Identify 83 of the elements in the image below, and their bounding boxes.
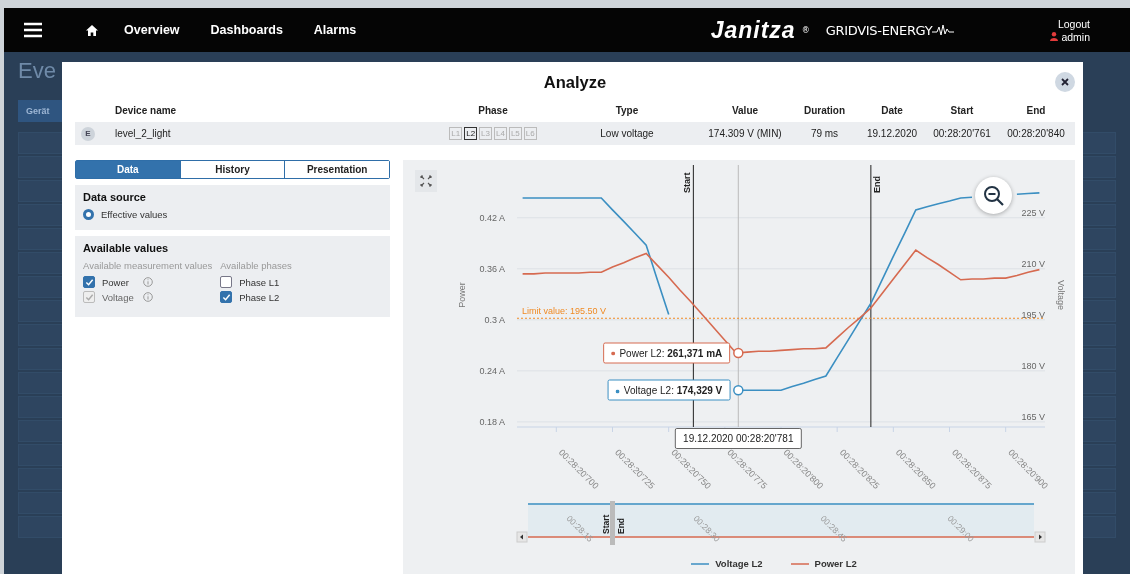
logout-link[interactable]: Logout (1057, 17, 1090, 30)
phase-toggle[interactable]: L2 (464, 127, 478, 140)
fullscreen-button[interactable] (415, 170, 437, 192)
menu-icon[interactable] (24, 22, 42, 38)
radio-button[interactable] (83, 209, 94, 220)
checkbox[interactable] (220, 276, 233, 288)
section-title: Data source (83, 191, 147, 203)
axis-title: Voltage (1056, 280, 1066, 310)
home-icon[interactable] (86, 24, 98, 36)
column-header: Value (730, 104, 760, 118)
column-header: Duration (802, 104, 847, 118)
scroll-left-button[interactable] (516, 531, 528, 543)
column-header: Type (614, 104, 640, 118)
column-header: Device name (114, 104, 178, 118)
product-name: GRIDVIS-ENERGY (825, 22, 933, 38)
tab[interactable]: Presentation (284, 161, 389, 178)
marker-label: Start (682, 172, 693, 193)
marker-label: End (871, 176, 882, 193)
legend-line-icon (790, 561, 809, 566)
table-cell-text: Low voltage (599, 128, 655, 139)
dialog-title: Analyze (542, 71, 608, 93)
column-heading: Available measurement values (83, 260, 213, 271)
date-tooltip: 19.12.2020 00:28:20'781 (675, 428, 802, 449)
series-dot-icon (615, 389, 620, 394)
user-name: admin (1061, 30, 1090, 43)
axis-tick-label: 0.36 A (479, 263, 505, 274)
series-dot-icon (611, 351, 616, 356)
column-header: Phase (477, 104, 509, 118)
legend-item[interactable]: Power L2 (790, 558, 857, 569)
table-cell-text: 174.309 V (MIN) (707, 128, 783, 139)
table-cell-text: 00:28:20'761 (932, 128, 992, 139)
nav-link[interactable]: Alarms (313, 23, 357, 37)
limit-label: Limit value: 195.50 V (522, 306, 607, 317)
checkbox[interactable] (83, 276, 95, 288)
axis-tick-label: 165 V (1021, 411, 1045, 422)
range-handle[interactable] (610, 501, 615, 545)
axis-tick-label: 225 V (1021, 208, 1045, 218)
legend-line-icon (691, 561, 710, 566)
pulse-icon (932, 24, 955, 36)
nav-link[interactable]: Dashboards (210, 23, 283, 37)
column-heading: Available phases (220, 260, 292, 271)
user-icon (1050, 32, 1059, 41)
axis-tick-label: 0.18 A (479, 416, 505, 427)
close-button[interactable] (1055, 72, 1075, 92)
legend-item[interactable]: Voltage L2 (691, 558, 763, 569)
option-label: Voltage (102, 291, 135, 303)
expand-icon (420, 175, 432, 187)
hover-point (733, 385, 744, 396)
column-header: End (1025, 104, 1047, 118)
registered-mark: ® (801, 25, 810, 35)
scroll-right-button[interactable] (1034, 531, 1046, 543)
option-label: Power (102, 276, 130, 288)
series-tooltip: Power L2: 261,371 mA (603, 342, 731, 364)
axis-tick-label: 0.3 A (484, 314, 505, 325)
event-badge: E (81, 126, 95, 141)
zoom-out-icon (982, 184, 1005, 207)
handle-label: Start (601, 514, 611, 534)
column-header: Start (949, 104, 975, 118)
logo: Janitza (710, 16, 796, 44)
tab[interactable]: Data (76, 161, 180, 178)
handle-label: End (616, 517, 626, 534)
axis-tick-label: 210 V (1021, 259, 1045, 269)
column-header: Date (880, 104, 904, 118)
table-cell-text: 00:28:20'840 (1006, 128, 1066, 139)
zoom-out-button[interactable] (975, 177, 1012, 214)
axis-title: Power (457, 282, 467, 308)
section-title: Available values (83, 242, 170, 254)
axis-tick-label: 180 V (1021, 360, 1045, 371)
axis-tick-label: 0.42 A (479, 212, 505, 223)
hover-point (733, 347, 744, 359)
close-icon (1061, 78, 1069, 86)
option-label: Effective values (101, 209, 168, 220)
nav-link[interactable]: Overview (124, 23, 180, 37)
table-cell-text: level_2_light (114, 128, 172, 139)
table-cell-text: 19.12.2020 (865, 128, 919, 139)
axis-tick-label: 0.24 A (479, 365, 505, 376)
option-label: Phase L2 (239, 291, 280, 303)
checkbox[interactable] (220, 291, 233, 303)
axis-tick-label: 195 V (1021, 309, 1045, 320)
table-cell-text: 79 ms (809, 128, 840, 139)
series-tooltip: Voltage L2: 174,329 V (607, 379, 731, 401)
page-title: Eve (18, 58, 56, 84)
option-label: Phase L1 (239, 276, 280, 288)
